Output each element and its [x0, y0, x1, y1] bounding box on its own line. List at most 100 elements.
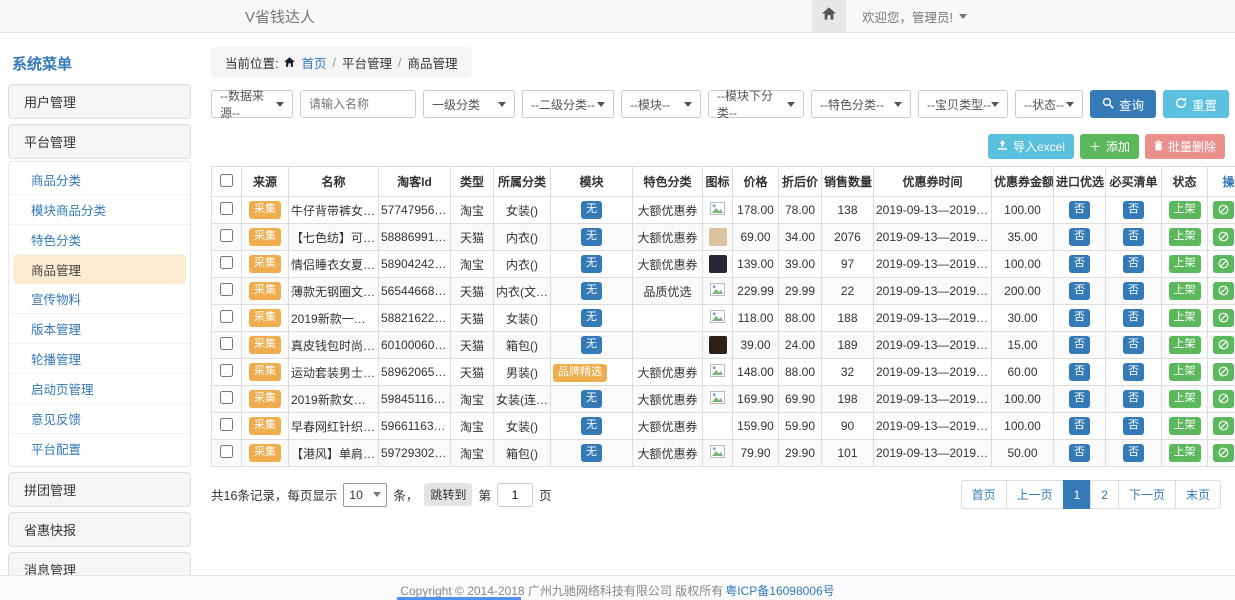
- records-info: 共16条记录，每页显示 10 条， 跳转到 第 页: [211, 483, 551, 507]
- status-badge[interactable]: 上架: [1169, 363, 1201, 381]
- price: 178.00: [733, 197, 779, 224]
- status-badge[interactable]: 上架: [1169, 309, 1201, 327]
- prev-page-button[interactable]: 上一页: [1006, 480, 1064, 509]
- must-buy-badge[interactable]: 否: [1123, 228, 1144, 246]
- product-type: 天猫: [451, 305, 494, 332]
- actions-cell: [1208, 386, 1235, 413]
- row-checkbox[interactable]: [220, 202, 233, 215]
- must-buy-badge[interactable]: 否: [1123, 201, 1144, 219]
- status-badge[interactable]: 上架: [1169, 201, 1201, 219]
- import-select-badge[interactable]: 否: [1069, 282, 1090, 300]
- sidebar-subitem[interactable]: 宣传物料: [9, 284, 190, 314]
- sidebar-subitem[interactable]: 意见反馈: [9, 404, 190, 434]
- edit-button[interactable]: [1213, 336, 1234, 354]
- sidebar-subitem[interactable]: 版本管理: [9, 314, 190, 344]
- import-select-badge[interactable]: 否: [1069, 417, 1090, 435]
- sidebar-subitem[interactable]: 平台配置: [9, 434, 190, 463]
- name-search-input[interactable]: [300, 90, 416, 118]
- page-number-input[interactable]: [497, 483, 533, 507]
- reset-button[interactable]: 重置: [1163, 90, 1229, 118]
- query-button[interactable]: 查询: [1090, 90, 1156, 118]
- import-select-badge[interactable]: 否: [1069, 390, 1090, 408]
- must-buy-badge[interactable]: 否: [1123, 282, 1144, 300]
- must-buy-badge[interactable]: 否: [1123, 336, 1144, 354]
- row-checkbox[interactable]: [220, 445, 233, 458]
- row-checkbox[interactable]: [220, 310, 233, 323]
- row-checkbox[interactable]: [220, 256, 233, 269]
- row-checkbox[interactable]: [220, 229, 233, 242]
- module-filter-select[interactable]: --模块--: [621, 90, 701, 118]
- batch-delete-button[interactable]: 批量删除: [1145, 134, 1225, 159]
- sidebar-subitem[interactable]: 轮播管理: [9, 344, 190, 374]
- level2-category-filter-select[interactable]: --二级分类--: [522, 90, 614, 118]
- breadcrumb-home-link[interactable]: 首页: [301, 53, 326, 72]
- import-select-badge[interactable]: 否: [1069, 309, 1090, 327]
- status-badge[interactable]: 上架: [1169, 255, 1201, 273]
- row-checkbox[interactable]: [220, 283, 233, 296]
- jump-to-button[interactable]: 跳转到: [424, 483, 472, 506]
- edit-button[interactable]: [1213, 255, 1234, 273]
- row-checkbox[interactable]: [220, 337, 233, 350]
- page-button[interactable]: 2: [1090, 480, 1119, 509]
- import-select-badge[interactable]: 否: [1069, 444, 1090, 462]
- sales-count: 22: [822, 278, 874, 305]
- row-checkbox[interactable]: [220, 418, 233, 431]
- edit-button[interactable]: [1213, 444, 1234, 462]
- status-badge[interactable]: 上架: [1169, 390, 1201, 408]
- next-page-button[interactable]: 下一页: [1118, 480, 1176, 509]
- status-badge[interactable]: 上架: [1169, 417, 1201, 435]
- sidebar-subitem[interactable]: 启动页管理: [9, 374, 190, 404]
- select-all-checkbox[interactable]: [220, 174, 233, 187]
- sidebar-subitem[interactable]: 商品分类: [9, 165, 190, 195]
- import-select-badge[interactable]: 否: [1069, 228, 1090, 246]
- sidebar-section[interactable]: 平台管理: [8, 124, 191, 159]
- page-button[interactable]: 1: [1063, 480, 1092, 509]
- status-badge[interactable]: 上架: [1169, 336, 1201, 354]
- import-select-badge[interactable]: 否: [1069, 255, 1090, 273]
- first-page-button[interactable]: 首页: [961, 480, 1007, 509]
- edit-button[interactable]: [1213, 228, 1234, 246]
- sidebar-subitem[interactable]: 商品管理: [13, 255, 186, 284]
- import-select-badge[interactable]: 否: [1069, 201, 1090, 219]
- edit-button[interactable]: [1213, 282, 1234, 300]
- edit-button[interactable]: [1213, 201, 1234, 219]
- breadcrumb: 当前位置: 首页 / 平台管理 / 商品管理: [211, 47, 472, 78]
- icp-link[interactable]: 粤ICP备16098006号: [725, 582, 834, 599]
- must-buy-badge[interactable]: 否: [1123, 444, 1144, 462]
- must-buy-badge[interactable]: 否: [1123, 417, 1144, 435]
- user-menu[interactable]: 欢迎您，管理员!: [846, 0, 983, 32]
- level1-category-filter-select[interactable]: 一级分类: [423, 90, 515, 118]
- sidebar-section[interactable]: 用户管理: [8, 84, 191, 119]
- must-buy-badge[interactable]: 否: [1123, 363, 1144, 381]
- add-button[interactable]: ＋ 添加: [1080, 134, 1139, 159]
- module-subcategory-filter-select[interactable]: --模块下分类--: [708, 90, 804, 118]
- last-page-button[interactable]: 末页: [1175, 480, 1221, 509]
- feature-category-filter-select[interactable]: --特色分类--: [811, 90, 911, 118]
- edit-button[interactable]: [1213, 309, 1234, 327]
- must-buy-badge[interactable]: 否: [1123, 390, 1144, 408]
- sidebar-subitem[interactable]: 特色分类: [9, 225, 190, 255]
- edit-button[interactable]: [1213, 417, 1234, 435]
- status-badge[interactable]: 上架: [1169, 444, 1201, 462]
- import-excel-button[interactable]: 导入excel: [988, 134, 1074, 159]
- edit-button[interactable]: [1213, 363, 1234, 381]
- module-badge: 无: [581, 444, 602, 462]
- row-checkbox[interactable]: [220, 391, 233, 404]
- product-type: 淘宝: [451, 413, 494, 440]
- sidebar-section[interactable]: 省惠快报: [8, 512, 191, 547]
- sidebar-subitem[interactable]: 模块商品分类: [9, 195, 190, 225]
- must-buy-badge[interactable]: 否: [1123, 255, 1144, 273]
- home-button[interactable]: [812, 0, 846, 32]
- status-badge[interactable]: 上架: [1169, 282, 1201, 300]
- item-type-filter-select[interactable]: --宝贝类型--: [918, 90, 1008, 118]
- per-page-select[interactable]: 10: [343, 483, 387, 507]
- row-checkbox[interactable]: [220, 364, 233, 377]
- sidebar-section[interactable]: 拼团管理: [8, 472, 191, 507]
- must-buy-badge[interactable]: 否: [1123, 309, 1144, 327]
- status-filter-select[interactable]: --状态--: [1015, 90, 1083, 118]
- edit-button[interactable]: [1213, 390, 1234, 408]
- data-source-filter-select[interactable]: --数据来源--: [211, 90, 293, 118]
- import-select-badge[interactable]: 否: [1069, 363, 1090, 381]
- import-select-badge[interactable]: 否: [1069, 336, 1090, 354]
- status-badge[interactable]: 上架: [1169, 228, 1201, 246]
